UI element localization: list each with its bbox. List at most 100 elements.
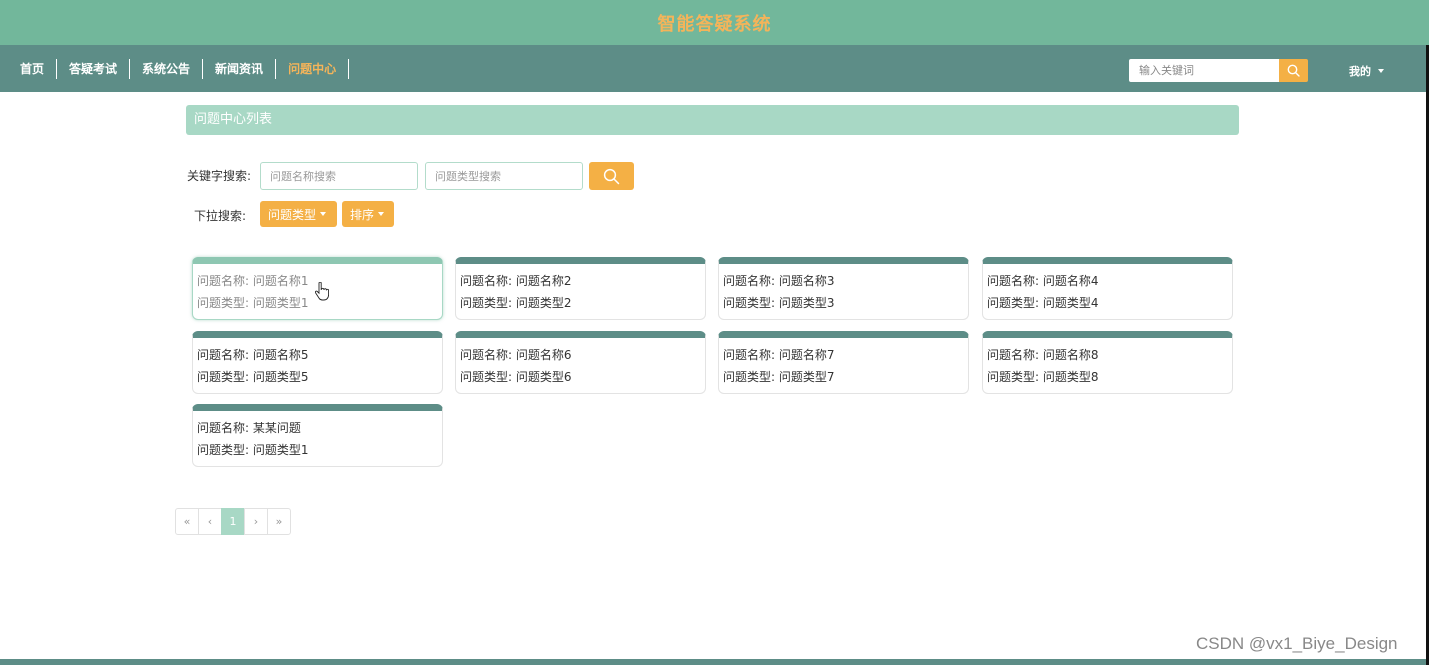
card-name-label: 问题名称: [197,274,250,288]
card-name-label: 问题名称: [460,274,513,288]
card-type-value: 问题类型7 [778,370,835,384]
question-card[interactable]: 问题名称: 问题名称7 问题类型: 问题类型7 [718,331,969,394]
card-type-value: 问题类型6 [515,370,572,384]
card-type-label: 问题类型: [197,370,250,384]
card-name-value: 问题名称1 [252,274,309,288]
nav-menu: 首页 答疑考试 系统公告 新闻资讯 问题中心 [12,59,350,79]
card-name-row: 问题名称: 问题名称7 [723,346,835,363]
chevron-down-icon [1378,69,1384,73]
question-name-search-input[interactable] [260,162,418,190]
search-icon [1287,64,1300,77]
card-name-value: 问题名称4 [1042,274,1099,288]
question-type-search-input[interactable] [425,162,583,190]
card-name-row: 问题名称: 问题名称4 [987,272,1099,289]
top-search-button[interactable] [1279,59,1308,82]
pagination-next[interactable]: › [244,508,268,535]
card-name-row: 问题名称: 问题名称5 [197,346,309,363]
title-bar: 智能答疑系统 [0,0,1429,45]
card-type-row: 问题类型: 问题类型2 [460,294,572,311]
nav-item-news[interactable]: 新闻资讯 [203,59,277,79]
chevron-down-icon [320,212,327,216]
pagination-first[interactable]: « [175,508,199,535]
watermark: CSDN @vx1_Biye_Design [1196,634,1398,653]
keyword-search-label: 关键字搜索: [187,169,252,183]
sort-dropdown-label: 排序 [350,207,375,222]
card-type-label: 问题类型: [460,370,513,384]
nav-item-exam[interactable]: 答疑考试 [57,59,131,79]
hand-cursor-icon [315,282,329,301]
card-name-value: 问题名称8 [1042,348,1099,362]
card-type-row: 问题类型: 问题类型8 [987,368,1099,385]
question-card[interactable]: 问题名称: 某某问题 问题类型: 问题类型1 [192,404,443,467]
card-type-label: 问题类型: [723,296,776,310]
pagination-prev[interactable]: ‹ [198,508,222,535]
pagination: « ‹ 1 › » [175,508,291,535]
top-search-input[interactable] [1129,59,1279,82]
nav-item-home[interactable]: 首页 [12,59,58,79]
nav-bar: 首页 答疑考试 系统公告 新闻资讯 问题中心 我的 [0,45,1426,92]
card-name-row: 问题名称: 某某问题 [197,419,301,436]
card-type-row: 问题类型: 问题类型4 [987,294,1099,311]
card-name-value: 问题名称6 [515,348,572,362]
card-name-label: 问题名称: [460,348,513,362]
card-type-label: 问题类型: [197,443,250,457]
card-type-row: 问题类型: 问题类型1 [197,441,309,458]
card-type-row: 问题类型: 问题类型5 [197,368,309,385]
pagination-page[interactable]: 1 [221,508,245,535]
card-type-row: 问题类型: 问题类型7 [723,368,835,385]
card-type-value: 问题类型3 [778,296,835,310]
card-name-label: 问题名称: [197,421,250,435]
card-name-label: 问题名称: [987,348,1040,362]
page-title: 问题中心列表 [186,105,1239,135]
card-type-label: 问题类型: [460,296,513,310]
card-type-row: 问题类型: 问题类型6 [460,368,572,385]
card-name-row: 问题名称: 问题名称6 [460,346,572,363]
sort-dropdown[interactable]: 排序 [342,201,394,227]
question-type-dropdown[interactable]: 问题类型 [260,201,337,227]
card-type-label: 问题类型: [987,370,1040,384]
nav-item-notice[interactable]: 系统公告 [130,59,204,79]
app-title: 智能答疑系统 [657,13,772,35]
card-name-value: 问题名称7 [778,348,835,362]
card-type-label: 问题类型: [987,296,1040,310]
card-name-value: 问题名称3 [778,274,835,288]
card-name-label: 问题名称: [723,348,776,362]
user-menu-label: 我的 [1349,65,1371,78]
card-type-value: 问题类型5 [252,370,309,384]
card-type-value: 问题类型1 [252,296,309,310]
nav-item-question-center[interactable]: 问题中心 [276,59,350,79]
card-name-row: 问题名称: 问题名称2 [460,272,572,289]
search-button[interactable] [589,162,634,190]
dropdown-search-label: 下拉搜索: [194,209,247,223]
card-name-label: 问题名称: [987,274,1040,288]
card-name-label: 问题名称: [197,348,250,362]
question-card[interactable]: 问题名称: 问题名称8 问题类型: 问题类型8 [982,331,1233,394]
card-type-label: 问题类型: [197,296,250,310]
card-type-value: 问题类型2 [515,296,572,310]
user-menu[interactable]: 我的 [1349,63,1384,79]
card-type-value: 问题类型8 [1042,370,1099,384]
card-name-value: 问题名称2 [515,274,572,288]
chevron-down-icon [378,212,385,216]
card-type-value: 问题类型1 [252,443,309,457]
card-name-value: 问题名称5 [252,348,309,362]
question-card[interactable]: 问题名称: 问题名称3 问题类型: 问题类型3 [718,257,969,320]
question-card[interactable]: 问题名称: 问题名称2 问题类型: 问题类型2 [455,257,706,320]
card-type-row: 问题类型: 问题类型1 [197,294,309,311]
card-type-value: 问题类型4 [1042,296,1099,310]
question-card[interactable]: 问题名称: 问题名称5 问题类型: 问题类型5 [192,331,443,394]
search-icon [603,168,620,184]
question-type-dropdown-label: 问题类型 [268,207,317,222]
top-search [1129,59,1308,82]
footer-bar [0,659,1426,665]
question-card[interactable]: 问题名称: 问题名称4 问题类型: 问题类型4 [982,257,1233,320]
card-type-row: 问题类型: 问题类型3 [723,294,835,311]
card-name-row: 问题名称: 问题名称8 [987,346,1099,363]
card-name-row: 问题名称: 问题名称1 [197,272,309,289]
card-name-value: 某某问题 [252,421,301,435]
card-name-label: 问题名称: [723,274,776,288]
card-name-row: 问题名称: 问题名称3 [723,272,835,289]
card-type-label: 问题类型: [723,370,776,384]
question-card[interactable]: 问题名称: 问题名称6 问题类型: 问题类型6 [455,331,706,394]
pagination-last[interactable]: » [267,508,291,535]
